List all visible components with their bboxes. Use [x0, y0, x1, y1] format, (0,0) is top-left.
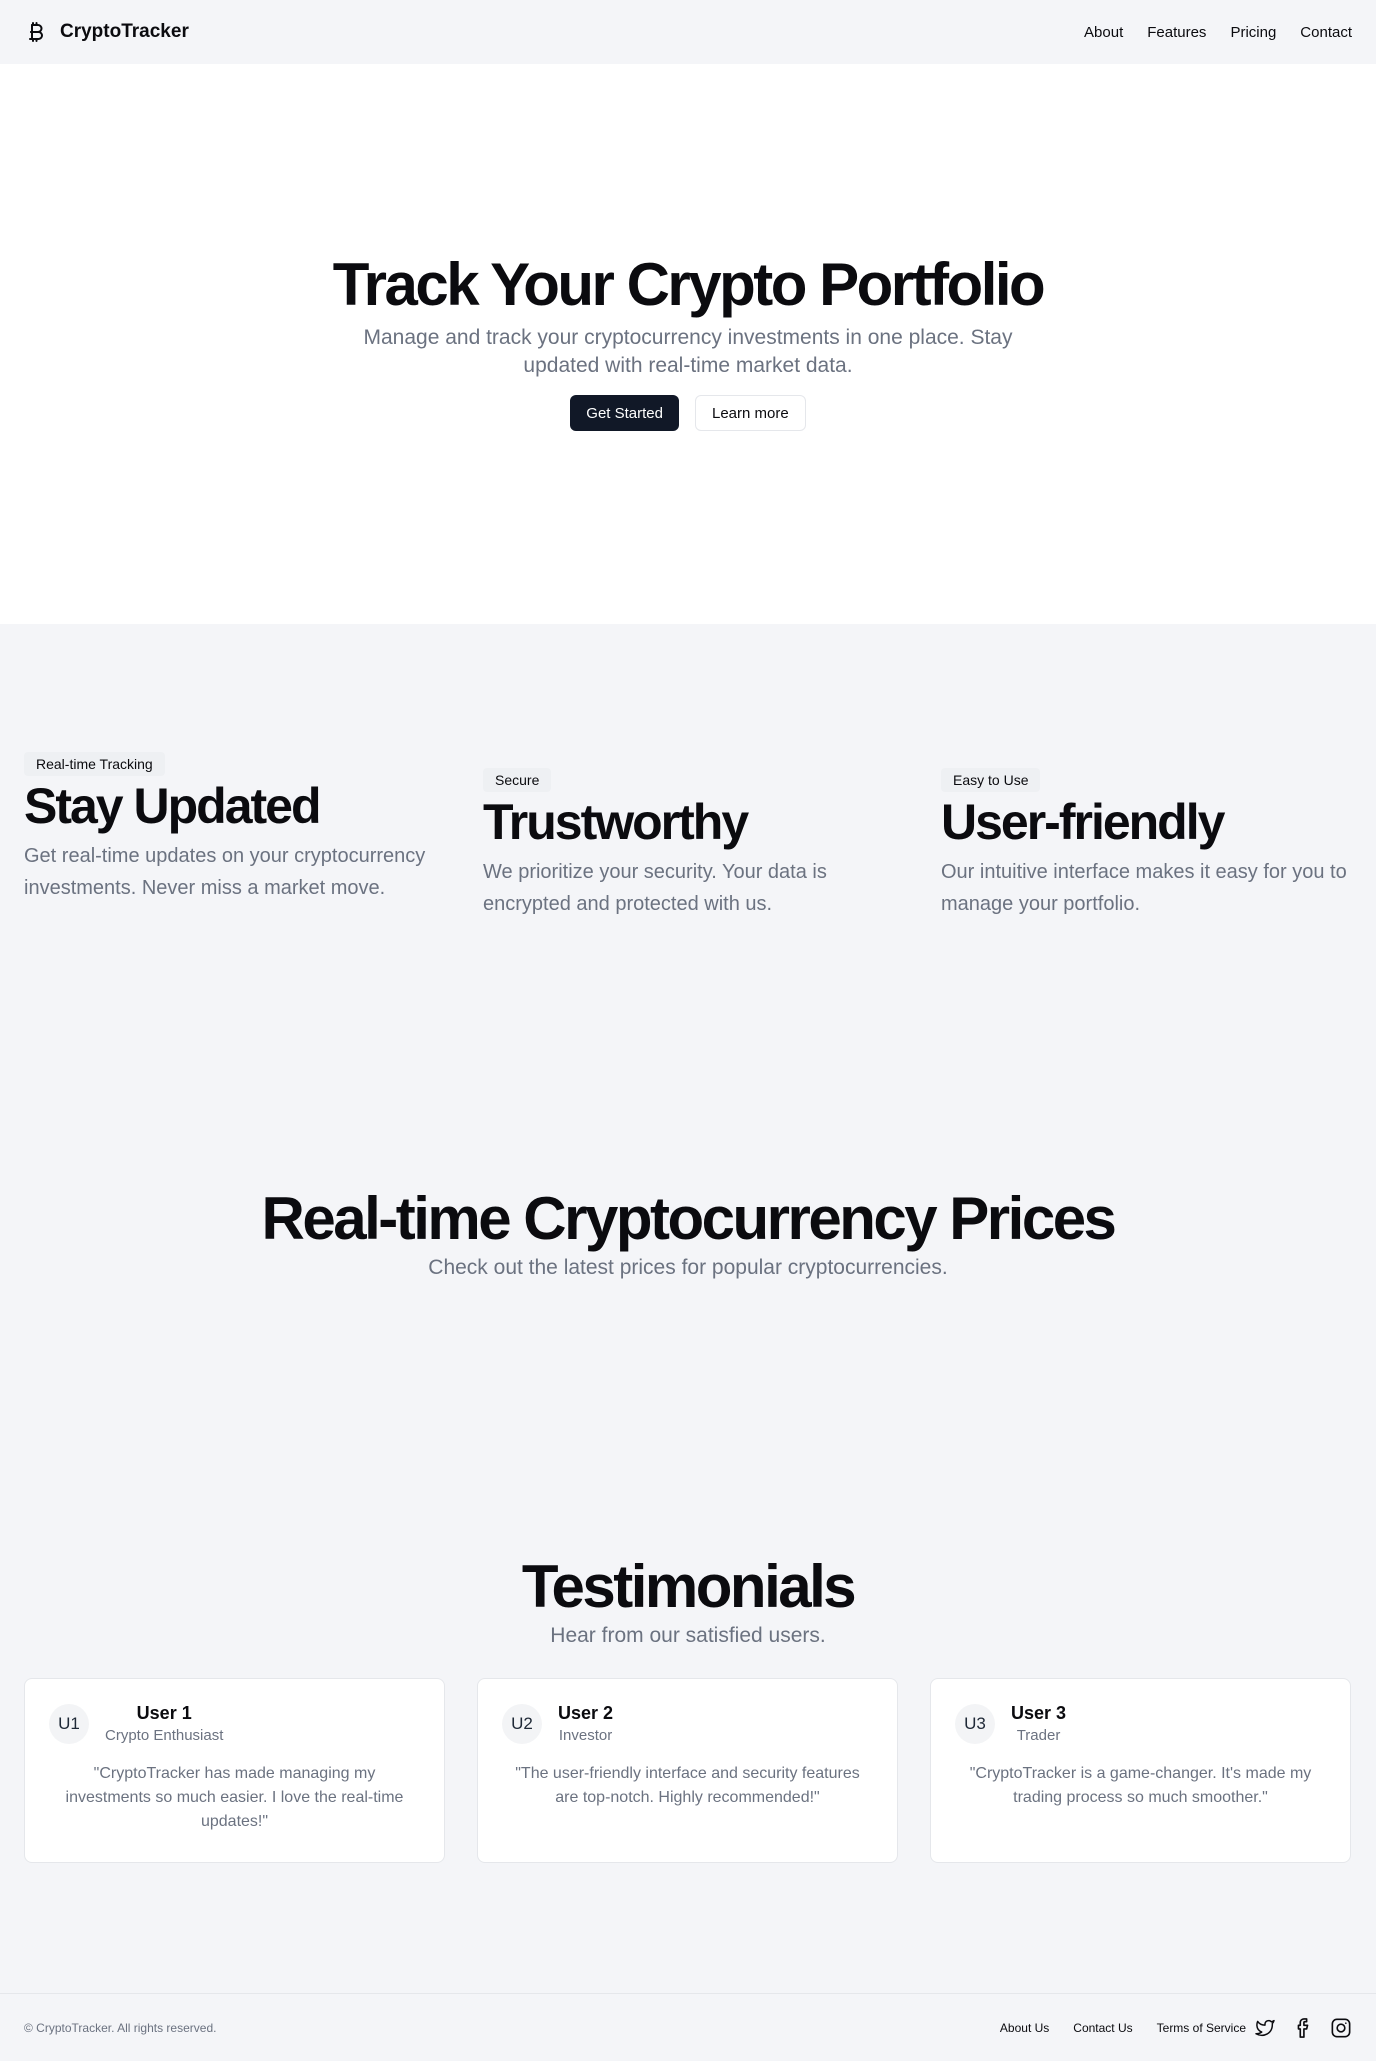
prices-title: Real-time Cryptocurrency Prices [261, 1185, 1117, 1252]
hero-subtitle: Manage and track your cryptocurrency inv… [363, 326, 1013, 377]
instagram-icon[interactable] [1330, 2017, 1352, 2039]
feature-text: Our intuitive interface makes it easy fo… [941, 861, 1347, 915]
footer-about-link[interactable]: About Us [1000, 2021, 1049, 2035]
feature-easy: Easy to Use User-friendly Our intuitive … [941, 768, 1361, 920]
nav-contact[interactable]: Contact [1300, 24, 1352, 41]
author-role: Investor [558, 1727, 613, 1744]
feature-title: Stay Updated [24, 778, 322, 834]
features-section: Real-time Tracking Stay Updated Get real… [0, 624, 1376, 1144]
feature-title: Trustworthy [483, 794, 749, 850]
testimonial-quote: "CryptoTracker is a game-changer. It's m… [969, 1765, 1312, 1806]
testimonial-card: U1 User 1 Crypto Enthusiast "CryptoTrack… [24, 1678, 445, 1863]
testimonial-card: U2 User 2 Investor "The user-friendly in… [477, 1678, 898, 1863]
author-role: Crypto Enthusiast [105, 1727, 224, 1744]
avatar: U1 [49, 1703, 89, 1744]
testimonials-section: Testimonials Hear from our satisfied use… [0, 1554, 1376, 1648]
social-links [1254, 2017, 1352, 2039]
testimonial-header: U1 User 1 Crypto Enthusiast [49, 1703, 420, 1744]
main-nav: About Features Pricing Contact [1084, 24, 1352, 41]
footer-terms-link[interactable]: Terms of Service [1157, 2021, 1246, 2035]
author-role: Trader [1016, 1727, 1061, 1744]
author-name: User 3 [1011, 1703, 1067, 1723]
hero-title: Track Your Crypto Portfolio [332, 251, 1046, 318]
testimonial-quote: "The user-friendly interface and securit… [515, 1765, 860, 1806]
avatar: U3 [955, 1703, 995, 1744]
twitter-icon[interactable] [1254, 2017, 1276, 2039]
copyright: © CryptoTracker. All rights reserved. [24, 2020, 217, 2035]
feature-badge: Real-time Tracking [24, 752, 165, 776]
feature-title: User-friendly [941, 794, 1225, 850]
feature-badge: Easy to Use [941, 768, 1041, 792]
testimonial-author: User 1 Crypto Enthusiast [105, 1703, 223, 1744]
feature-secure: Secure Trustworthy We prioritize your se… [483, 768, 903, 920]
brand[interactable]: CryptoTracker [24, 20, 189, 44]
testimonials-subtitle: Hear from our satisfied users. [550, 1624, 826, 1647]
testimonial-quote: "CryptoTracker has made managing my inve… [65, 1765, 404, 1830]
testimonials-title: Testimonials [521, 1553, 857, 1620]
footer-links: About Us Contact Us Terms of Service [1000, 2017, 1352, 2039]
feature-text: Get real-time updates on your cryptocurr… [24, 845, 426, 899]
bitcoin-icon [24, 20, 48, 44]
avatar: U2 [502, 1703, 542, 1744]
learn-more-button[interactable]: Learn more [695, 395, 806, 431]
testimonial-cards: U1 User 1 Crypto Enthusiast "CryptoTrack… [24, 1678, 1352, 1863]
hero-buttons: Get Started Learn more [0, 395, 1376, 431]
feature-badge: Secure [483, 768, 552, 792]
hero-section: Track Your Crypto Portfolio Manage and t… [0, 64, 1376, 624]
testimonial-header: U2 User 2 Investor [502, 1703, 873, 1744]
get-started-button[interactable]: Get Started [570, 395, 679, 431]
prices-subtitle: Check out the latest prices for popular … [428, 1256, 948, 1279]
brand-name: CryptoTracker [60, 21, 189, 42]
site-footer: © CryptoTracker. All rights reserved. Ab… [0, 1993, 1376, 2061]
prices-section: Real-time Cryptocurrency Prices Check ou… [0, 1186, 1376, 1280]
nav-pricing[interactable]: Pricing [1230, 24, 1276, 41]
testimonial-author: User 3 Trader [1011, 1703, 1066, 1744]
feature-realtime: Real-time Tracking Stay Updated Get real… [24, 752, 444, 904]
facebook-icon[interactable] [1292, 2017, 1314, 2039]
testimonial-author: User 2 Investor [558, 1703, 613, 1744]
footer-contact-link[interactable]: Contact Us [1073, 2021, 1132, 2035]
feature-text: We prioritize your security. Your data i… [483, 861, 827, 915]
author-name: User 1 [136, 1703, 192, 1723]
testimonial-card: U3 User 3 Trader "CryptoTracker is a gam… [930, 1678, 1351, 1863]
testimonial-header: U3 User 3 Trader [955, 1703, 1326, 1744]
site-header: CryptoTracker About Features Pricing Con… [0, 0, 1376, 64]
nav-features[interactable]: Features [1147, 24, 1206, 41]
nav-about[interactable]: About [1084, 24, 1123, 41]
author-name: User 2 [558, 1703, 614, 1723]
